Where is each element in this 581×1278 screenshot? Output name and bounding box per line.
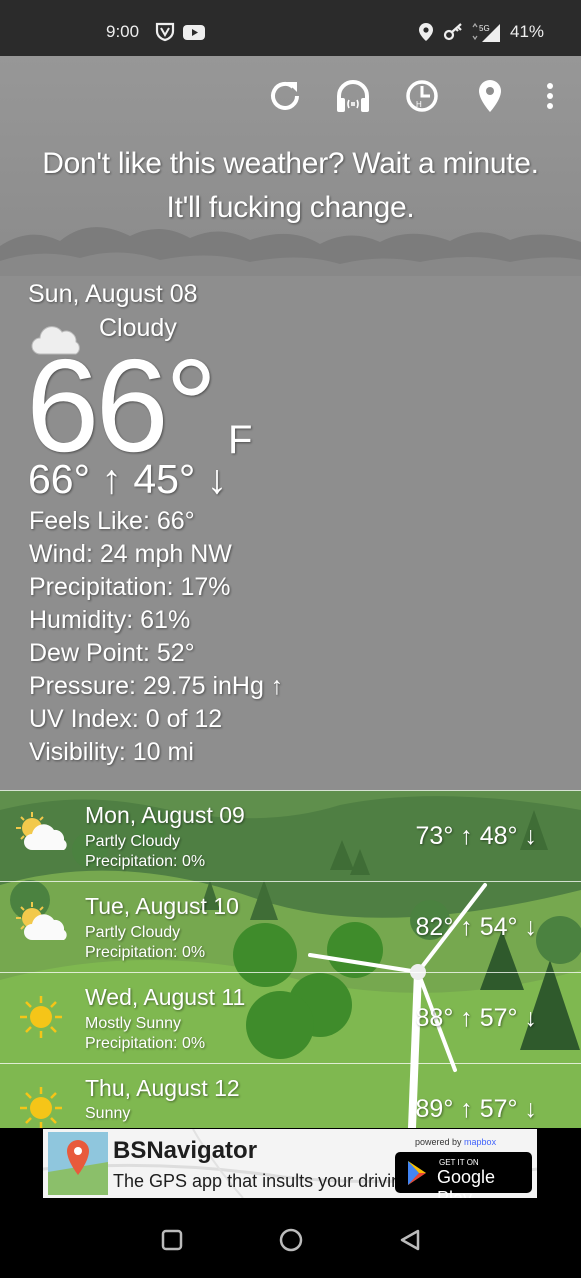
sunny-icon (14, 992, 68, 1047)
detail-wind: Wind: 24 mph NW (29, 540, 232, 568)
radar-icon (337, 80, 369, 112)
detail-pressure: Pressure: 29.75 inHg ↑ (29, 672, 284, 700)
partly-cloudy-icon (14, 810, 72, 859)
refresh-button[interactable] (267, 78, 303, 114)
today-high-low: 66° ↑ 45° ↓ (28, 456, 227, 503)
tagline-line-2: It'll fucking change. (166, 191, 415, 224)
svg-text:H: H (416, 100, 422, 109)
forecast-high-low: 82° ↑ 54° ↓ (415, 913, 537, 941)
ad-powered-by: powered by mapbox (415, 1137, 497, 1147)
forecast-divider (0, 972, 581, 973)
home-icon (279, 1228, 303, 1252)
forecast-condition: Partly Cloudy (85, 833, 181, 850)
location-button[interactable] (472, 78, 508, 114)
detail-visibility: Visibility: 10 mi (29, 738, 194, 766)
detail-uv-index: UV Index: 0 of 12 (29, 705, 223, 733)
current-temperature: 66° (26, 332, 218, 479)
more-icon (547, 83, 553, 109)
forecast-divider (0, 881, 581, 882)
key-icon (443, 22, 465, 47)
recents-icon (161, 1229, 183, 1251)
forecast-precipitation: Precipitation: 0% (85, 944, 206, 961)
ad-title: BSNavigator (113, 1137, 258, 1164)
forecast-day: Wed, August 11 (85, 984, 246, 1010)
forecast-high-low: 73° ↑ 48° ↓ (415, 822, 537, 850)
navigation-bar (0, 1208, 581, 1278)
detail-dew-point: Dew Point: 52° (29, 639, 195, 667)
tagline-line-1: Don't like this weather? Wait a minute. (42, 147, 539, 180)
forecast-high-low: 88° ↑ 57° ↓ (415, 1004, 537, 1032)
detail-humidity: Humidity: 61% (29, 606, 191, 634)
detail-precipitation: Precipitation: 17% (29, 573, 231, 601)
location-status-icon (417, 22, 435, 47)
location-icon (479, 80, 501, 112)
refresh-icon (271, 81, 299, 110)
vpn-shield-icon (155, 22, 175, 47)
radar-button[interactable] (335, 78, 371, 114)
up-arrow-icon: ↑ (90, 456, 134, 502)
down-arrow-icon: ↓ (195, 456, 228, 502)
today-date: Sun, August 08 (28, 280, 198, 308)
forecast-high-low: 89° ↑ 57° ↓ (415, 1095, 537, 1123)
forecast-day: Thu, August 12 (85, 1075, 240, 1101)
status-time: 9:00 (106, 22, 140, 41)
google-play-button[interactable]: GET IT ON Google Play (395, 1152, 532, 1198)
forecast-condition: Mostly Sunny (85, 1015, 182, 1032)
svg-text:5G: 5G (479, 24, 490, 33)
temperature-unit: F (228, 418, 253, 462)
history-button[interactable]: H (404, 78, 440, 114)
forecast-divider (0, 1063, 581, 1064)
back-icon (400, 1229, 420, 1251)
youtube-icon (182, 22, 206, 47)
status-bar: 9:00 5G 41% (0, 0, 581, 56)
forecast-day: Tue, August 10 (85, 893, 239, 919)
forecast-condition: Partly Cloudy (85, 924, 181, 941)
history-icon: H (406, 80, 438, 112)
forecast-day: Mon, August 09 (85, 802, 245, 828)
signal-5g-icon: 5G (470, 22, 502, 49)
detail-feels-like: Feels Like: 66° (29, 507, 195, 535)
today-low: 45° (133, 456, 196, 502)
back-button[interactable] (398, 1228, 422, 1257)
forecast-condition: Sunny (85, 1105, 131, 1122)
forecast-precipitation: Precipitation: 0% (85, 1035, 206, 1052)
home-button[interactable] (278, 1227, 304, 1258)
app-icon (48, 1132, 108, 1195)
partly-cloudy-icon (14, 900, 72, 949)
recents-button[interactable] (160, 1228, 184, 1257)
forecast-precipitation: Precipitation: 0% (85, 853, 206, 870)
ad-banner[interactable]: BSNavigator The GPS app that insults you… (43, 1129, 537, 1198)
today-high: 66° (28, 456, 91, 502)
ad-subtitle: The GPS app that insults your driving. (113, 1171, 417, 1191)
battery-level: 41% (510, 22, 545, 41)
more-options-button[interactable] (532, 78, 568, 114)
google-play-icon (408, 1161, 426, 1185)
forecast-divider (0, 790, 581, 791)
